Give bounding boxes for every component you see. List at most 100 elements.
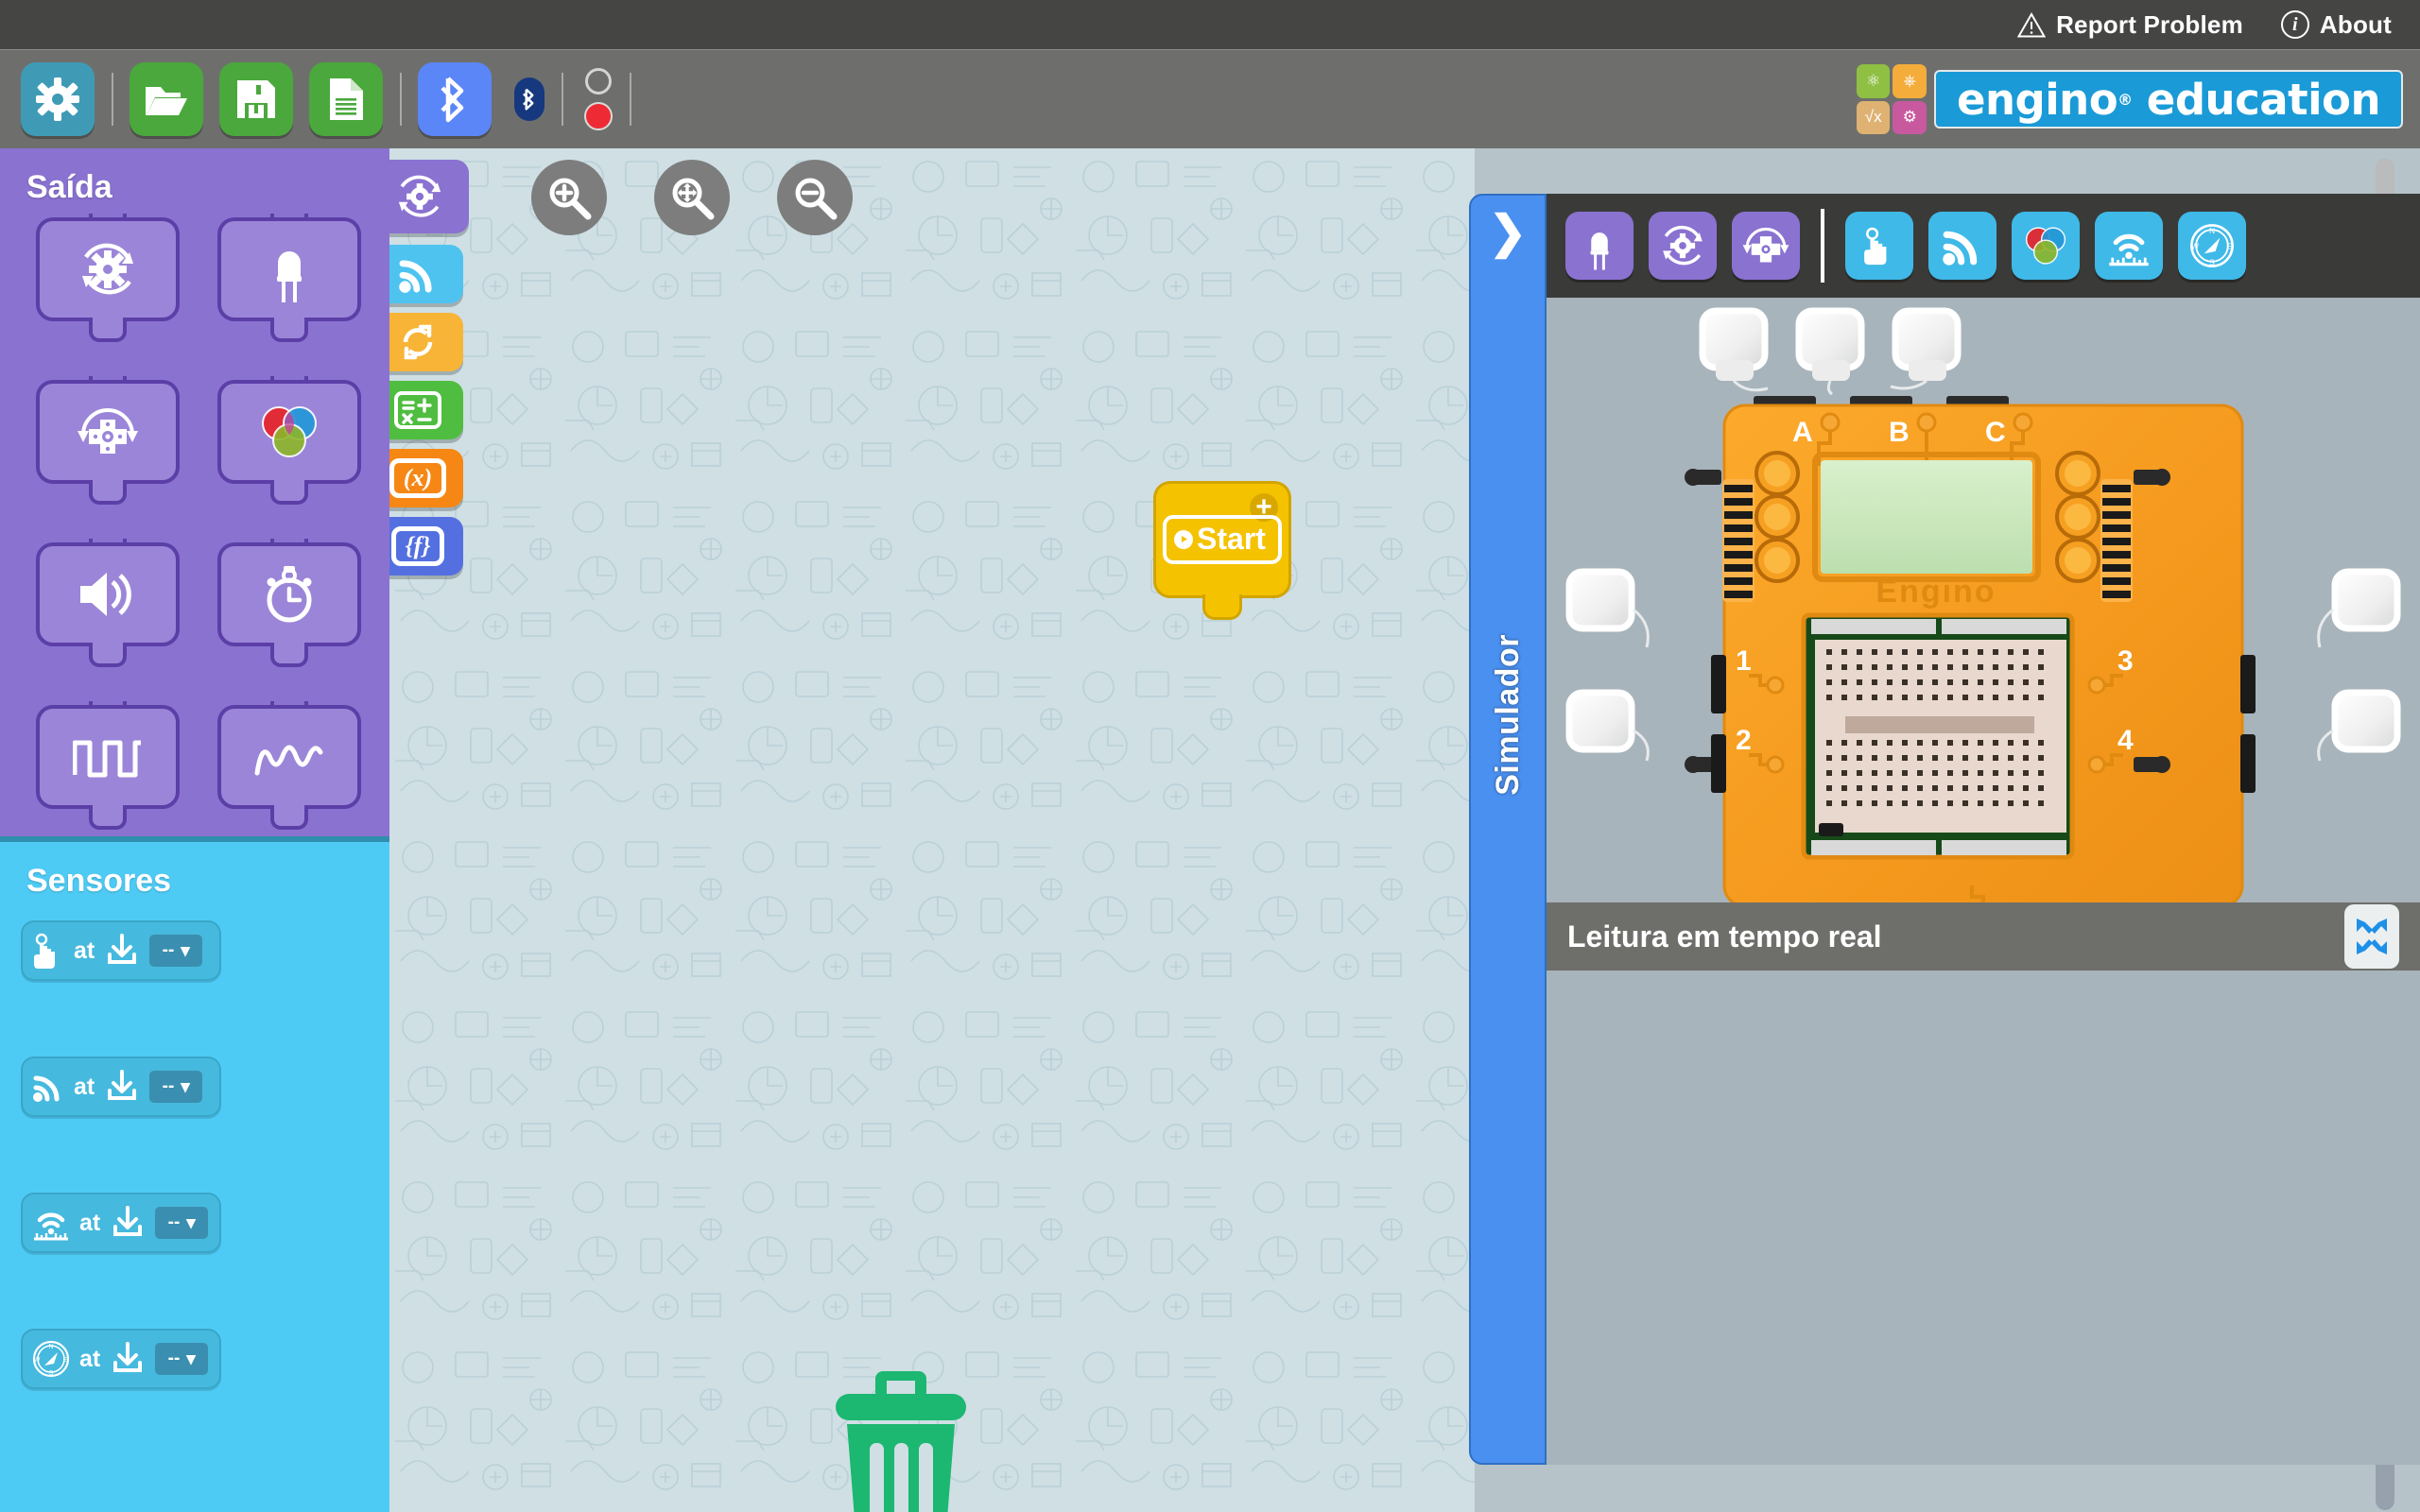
- ir-signal-icon: [1943, 231, 1978, 266]
- sim-ultrasonic-button[interactable]: [2095, 212, 2163, 280]
- motor-rotation-icon: [398, 175, 441, 217]
- floppy-disk-icon: [237, 80, 275, 118]
- sensor-block-list: at -- ▾ at -- ▾ at -- ▾ N S W E at -- ▾: [0, 900, 389, 1389]
- sine-wave-block[interactable]: [217, 701, 361, 832]
- start-block-tab: [1202, 594, 1242, 620]
- document-icon: [330, 78, 363, 120]
- magnifier-minus-icon: [795, 178, 838, 220]
- block-body: [217, 705, 361, 809]
- zoom-in-button[interactable]: [531, 160, 607, 235]
- zoom-out-button[interactable]: [777, 160, 853, 235]
- category-loops[interactable]: [389, 313, 463, 371]
- category-functions[interactable]: {f}: [389, 517, 463, 576]
- stopwatch-icon: [267, 566, 312, 623]
- function-braces-icon: {f}: [390, 526, 445, 566]
- sim-touch-button[interactable]: [1845, 212, 1913, 280]
- chevron-down-icon: ▾: [186, 1212, 196, 1233]
- board-port-3: 3: [2118, 645, 2134, 677]
- download-port-icon: [108, 1070, 137, 1100]
- sensor-row-spacer: [21, 1266, 389, 1329]
- category-output[interactable]: [389, 160, 469, 233]
- sim-compass-button[interactable]: N S W E: [2178, 212, 2246, 280]
- start-block[interactable]: + Start: [1153, 481, 1291, 621]
- board-port-b: B: [1889, 417, 1910, 448]
- led-block[interactable]: [217, 214, 361, 344]
- sensor-port-select[interactable]: -- ▾: [149, 935, 203, 967]
- trash-can[interactable]: [830, 1366, 972, 1512]
- board-brand: Engino: [1876, 574, 1996, 610]
- board-port-2: 2: [1736, 725, 1752, 756]
- puzzle-tile-gears: ⚙: [1893, 100, 1927, 134]
- compass-sensor-row[interactable]: N S W E at -- ▾: [21, 1329, 221, 1389]
- sine-wave-icon: [254, 745, 323, 776]
- led-icon: [277, 251, 302, 302]
- logo-brand: engino: [1956, 74, 2118, 125]
- zoom-controls: [531, 160, 853, 235]
- report-problem-label: Report Problem: [2056, 9, 2243, 39]
- toolbar-divider-4: [630, 73, 631, 126]
- sim-ir-button[interactable]: [1928, 212, 1996, 280]
- start-block-body: + Start: [1153, 481, 1291, 598]
- chevron-right-icon[interactable]: ❯: [1489, 211, 1527, 256]
- rgb-color-circles-icon: [2025, 227, 2066, 265]
- category-math[interactable]: [389, 381, 463, 439]
- ir-signal-icon: [399, 260, 432, 293]
- new-document-button[interactable]: [309, 62, 383, 136]
- block-body: [217, 380, 361, 484]
- settings-button[interactable]: [21, 62, 95, 136]
- board-left-plugs: [1565, 568, 1650, 762]
- logo-product: education: [2146, 74, 2381, 125]
- simulator-tab[interactable]: ❯ Simulador: [1469, 194, 1547, 1465]
- expand-arrows-button[interactable]: [2344, 904, 2399, 969]
- palette-output-title: Saída: [26, 169, 112, 205]
- sim-led-button[interactable]: [1565, 212, 1634, 280]
- simulator-toolbar-divider: [1821, 209, 1824, 283]
- block-body: [36, 380, 180, 484]
- bluetooth-status-indicator[interactable]: [514, 77, 544, 121]
- folder-open-icon: [146, 87, 187, 115]
- block-tab: [89, 480, 127, 505]
- sensor-port-select[interactable]: -- ▾: [155, 1343, 209, 1375]
- info-circle-icon: i: [2280, 10, 2309, 39]
- open-button[interactable]: [130, 62, 203, 136]
- toolbar-divider-1: [112, 73, 113, 126]
- touch-sensor-row[interactable]: at -- ▾: [21, 920, 221, 981]
- board-buttons-right: [2055, 451, 2100, 583]
- buzzer-block[interactable]: [36, 539, 180, 669]
- block-tab: [270, 318, 308, 342]
- simulator-board-area[interactable]: A B C Engino 1 2 3 4: [1547, 298, 2420, 908]
- save-button[interactable]: [219, 62, 293, 136]
- ultrasonic-sensor-row[interactable]: at -- ▾: [21, 1193, 221, 1253]
- sim-servo-button[interactable]: [1732, 212, 1800, 280]
- motor-rotation-icon: [1663, 225, 1703, 266]
- palette-output-grid: [0, 206, 389, 868]
- block-body: [36, 705, 180, 809]
- category-variables[interactable]: (x): [389, 449, 463, 507]
- bluetooth-icon: [441, 77, 464, 123]
- sensor-at-label: at: [79, 1209, 101, 1236]
- category-sensors[interactable]: [389, 245, 463, 303]
- program-canvas[interactable]: (x) {f} + Start: [389, 148, 1475, 1512]
- ultrasonic-ruler-icon: [2109, 233, 2149, 266]
- sensor-port-select[interactable]: -- ▾: [149, 1071, 203, 1103]
- bluetooth-connect-button[interactable]: [418, 62, 492, 136]
- zoom-reset-button[interactable]: [654, 160, 730, 235]
- simulator-panel: N S W E A B C Engino 1 2 3 4 Leitura em …: [1547, 194, 2420, 1465]
- magnifier-plus-icon: [549, 178, 592, 220]
- board-buttons-left: [1754, 451, 1800, 583]
- simulator-toolbar: N S W E: [1547, 194, 2420, 298]
- puzzle-tile-atom: ⚛: [1856, 64, 1891, 98]
- about-button[interactable]: i About: [2280, 10, 2392, 40]
- timer-block[interactable]: [217, 539, 361, 669]
- ir-sensor-row[interactable]: at -- ▾: [21, 1057, 221, 1117]
- block-body: [217, 542, 361, 646]
- sim-rgb-button[interactable]: [2012, 212, 2080, 280]
- square-wave-block[interactable]: [36, 701, 180, 832]
- rgb-led-block[interactable]: [217, 376, 361, 507]
- motor-rotation-icon: [82, 243, 133, 295]
- sensor-port-select[interactable]: -- ▾: [155, 1207, 209, 1239]
- servo-block[interactable]: [36, 376, 180, 507]
- motor-block[interactable]: [36, 214, 180, 344]
- sim-motor-button[interactable]: [1649, 212, 1717, 280]
- report-problem-button[interactable]: Report Problem: [2017, 10, 2243, 40]
